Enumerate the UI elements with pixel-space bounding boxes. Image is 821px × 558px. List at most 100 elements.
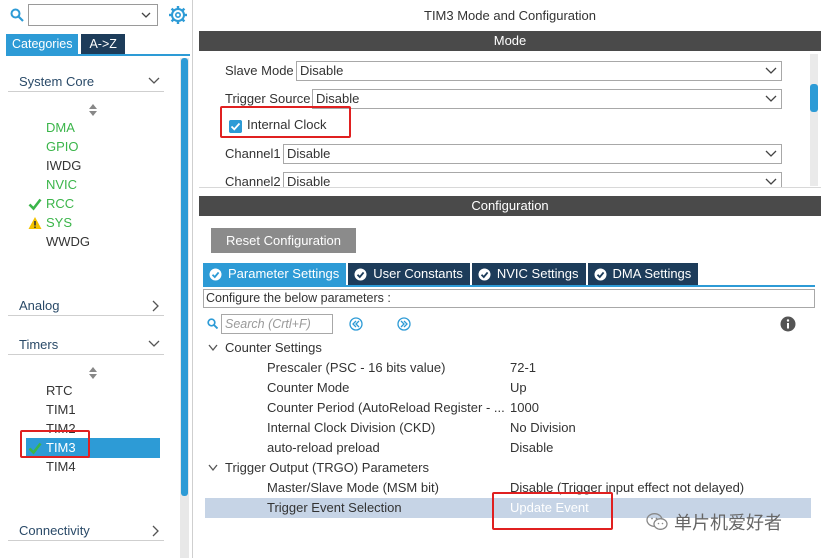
category-label: Analog <box>19 298 60 313</box>
category-tabs: Categories A->Z <box>6 34 125 54</box>
list-item-wwdg[interactable]: WWDG <box>46 233 90 251</box>
group-label: Trigger Output (TRGO) Parameters <box>225 460 429 475</box>
check-icon <box>28 198 42 211</box>
search-previous-icon[interactable] <box>349 317 363 331</box>
check-circle-icon <box>354 268 367 280</box>
watermark-text: 单片机爱好者 <box>674 513 782 534</box>
chevron-down-icon <box>765 67 777 74</box>
category-label: Timers <box>19 337 59 352</box>
search-combo[interactable] <box>28 4 158 26</box>
left-panel: Categories A->Z System Core DMA GPIO IWD… <box>0 0 193 558</box>
category-system-core[interactable]: System Core <box>8 68 164 92</box>
sort-icon[interactable] <box>88 104 98 116</box>
chevron-right-icon[interactable] <box>150 300 160 312</box>
category-timers[interactable]: Timers <box>8 331 164 355</box>
parameter-tabs: Parameter Settings User Constants NVIC S… <box>203 263 700 285</box>
list-item-rcc[interactable]: RCC <box>28 195 74 213</box>
channel1-select[interactable]: Disable <box>283 144 782 164</box>
list-item-dma[interactable]: DMA <box>46 119 75 137</box>
list-item-nvic[interactable]: NVIC <box>46 176 77 194</box>
chevron-right-icon[interactable] <box>150 525 160 537</box>
chevron-down-icon[interactable] <box>208 344 218 352</box>
left-scrollbar[interactable] <box>180 58 189 558</box>
check-circle-icon <box>478 268 491 280</box>
info-icon[interactable] <box>780 316 796 332</box>
param-name: Counter Period (AutoReload Register - ..… <box>267 400 505 415</box>
tab-dma-settings[interactable]: DMA Settings <box>587 263 699 285</box>
warning-icon <box>28 217 42 229</box>
mode-scrollbar[interactable] <box>810 54 818 186</box>
channel1-label: Channel1 <box>225 146 281 161</box>
tab-underline <box>6 54 190 56</box>
search-input[interactable]: Search (Crtl+F) <box>221 314 333 334</box>
param-value[interactable]: 1000 <box>510 398 539 418</box>
chevron-down-icon <box>141 12 151 18</box>
tab-nvic-settings[interactable]: NVIC Settings <box>471 263 586 285</box>
configure-parameters-text: Configure the below parameters : <box>203 289 815 308</box>
configuration-header: Configuration <box>199 196 821 216</box>
param-value[interactable]: Up <box>510 378 527 398</box>
list-item-gpio[interactable]: GPIO <box>46 138 79 156</box>
highlight-box-tim3 <box>20 430 90 458</box>
parameter-search: Search (Crtl+F) <box>207 314 333 334</box>
wechat-icon <box>646 513 668 530</box>
search-icon[interactable] <box>10 8 24 22</box>
param-row-auto-reload[interactable]: auto-reload preload Disable <box>199 438 815 458</box>
reset-configuration-button[interactable]: Reset Configuration <box>211 228 356 253</box>
right-panel: TIM3 Mode and Configuration Mode Slave M… <box>199 0 821 558</box>
category-label: System Core <box>19 74 95 89</box>
list-item-rtc[interactable]: RTC <box>46 382 72 400</box>
sort-icon[interactable] <box>88 367 98 379</box>
param-row-counter-mode[interactable]: Counter Mode Up <box>199 378 815 398</box>
param-value[interactable]: Disable <box>510 438 553 458</box>
chevron-down-icon[interactable] <box>148 76 160 86</box>
tab-a-z[interactable]: A->Z <box>81 34 125 54</box>
scrollbar-thumb[interactable] <box>810 84 818 112</box>
category-analog[interactable]: Analog <box>8 292 164 316</box>
scrollbar-thumb[interactable] <box>181 58 188 496</box>
chevron-down-icon[interactable] <box>148 339 160 349</box>
check-circle-icon <box>209 268 222 280</box>
tab-user-constants[interactable]: User Constants <box>348 263 470 285</box>
highlight-box-internal-clock <box>220 106 351 138</box>
group-counter-settings[interactable]: Counter Settings <box>199 338 815 358</box>
param-row-clock-division[interactable]: Internal Clock Division (CKD) No Divisio… <box>199 418 815 438</box>
window-title: TIM3 Mode and Configuration <box>199 0 821 30</box>
slave-mode-select[interactable]: Disable <box>296 61 782 81</box>
param-row-counter-period[interactable]: Counter Period (AutoReload Register - ..… <box>199 398 815 418</box>
chevron-down-icon <box>765 150 777 157</box>
chevron-down-icon <box>765 178 777 185</box>
list-item-sys[interactable]: SYS <box>28 214 72 232</box>
param-name: Prescaler (PSC - 16 bits value) <box>267 360 446 375</box>
category-connectivity[interactable]: Connectivity <box>8 517 164 541</box>
chevron-down-icon[interactable] <box>208 464 218 472</box>
highlight-box-update-event <box>492 492 613 530</box>
tab-categories[interactable]: Categories <box>6 34 79 54</box>
group-trigger-output[interactable]: Trigger Output (TRGO) Parameters <box>199 458 815 478</box>
param-name: Internal Clock Division (CKD) <box>267 420 436 435</box>
group-label: Counter Settings <box>225 340 322 355</box>
list-item-tim4[interactable]: TIM4 <box>46 458 76 476</box>
list-item-tim1[interactable]: TIM1 <box>46 401 76 419</box>
list-item-iwdg[interactable]: IWDG <box>46 157 81 175</box>
param-name: Master/Slave Mode (MSM bit) <box>267 480 439 495</box>
gear-icon[interactable] <box>168 5 188 25</box>
search-icon <box>207 318 218 329</box>
param-value[interactable]: No Division <box>510 418 576 438</box>
tab-parameter-settings[interactable]: Parameter Settings <box>203 263 347 285</box>
param-value[interactable]: 72-1 <box>510 358 536 378</box>
search-next-icon[interactable] <box>397 317 411 331</box>
tab-underline <box>203 285 815 287</box>
slave-mode-label: Slave Mode <box>225 63 294 78</box>
param-row-prescaler[interactable]: Prescaler (PSC - 16 bits value) 72-1 <box>199 358 815 378</box>
watermark: 单片机爱好者 <box>646 510 782 534</box>
channel2-select[interactable]: Disable <box>283 172 782 187</box>
category-label: Connectivity <box>19 523 90 538</box>
mode-header: Mode <box>199 31 821 51</box>
param-name: auto-reload preload <box>267 440 380 455</box>
trigger-source-select[interactable]: Disable <box>312 89 782 109</box>
left-search-row <box>6 4 192 28</box>
param-name: Counter Mode <box>267 380 350 395</box>
chevron-down-icon <box>765 95 777 102</box>
param-name: Trigger Event Selection <box>267 500 402 515</box>
